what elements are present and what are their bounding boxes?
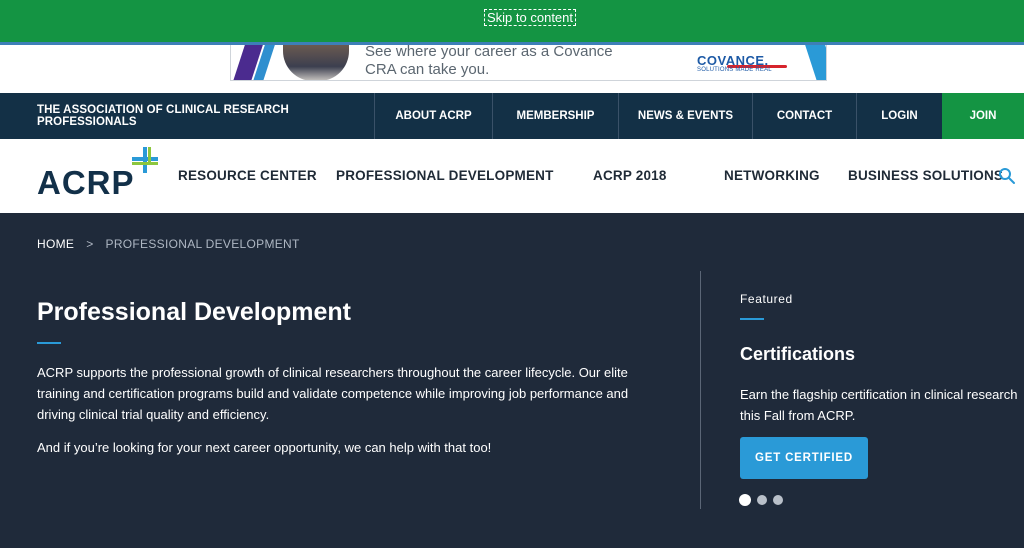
nav-networking[interactable]: NETWORKING	[724, 168, 820, 183]
carousel-dot-2[interactable]	[757, 495, 767, 505]
carousel-dots	[739, 494, 783, 506]
hero-section: HOME > PROFESSIONAL DEVELOPMENT Profession…	[0, 213, 1024, 548]
skip-bar: Skip to content	[0, 0, 1024, 44]
ad-copy: See where your career as a Covance CRA c…	[365, 45, 685, 79]
nav-contact[interactable]: CONTACT	[752, 93, 856, 139]
carousel-dot-1[interactable]	[739, 494, 751, 506]
covance-ad-banner[interactable]: See where your career as a Covance CRA c…	[230, 45, 827, 81]
career-paragraph: And if you’re looking for your next care…	[37, 440, 492, 455]
featured-label: Featured	[740, 292, 793, 306]
nav-login[interactable]: LOGIN	[856, 93, 942, 139]
nav-membership[interactable]: MEMBERSHIP	[492, 93, 618, 139]
main-nav: ACRP RESOURCE CENTER PROFESSIONAL DEVELO…	[0, 139, 1024, 213]
logo-cross	[132, 162, 158, 165]
featured-text: Earn the flagship certification in clini…	[740, 387, 1018, 423]
intro-paragraph: ACRP supports the professional growth of…	[37, 365, 629, 422]
breadcrumb-current: PROFESSIONAL DEVELOPMENT	[105, 237, 300, 251]
logo-cross	[148, 147, 151, 163]
featured-underline	[740, 318, 764, 320]
ad-line-1: See where your career as a Covance	[365, 45, 613, 60]
title-underline	[37, 342, 61, 344]
ad-photo	[283, 45, 349, 80]
column-divider	[700, 271, 701, 509]
top-nav: THE ASSOCIATION OF CLINICAL RESEARCH PRO…	[0, 93, 1024, 139]
logo-text: ACRP	[37, 164, 135, 201]
skip-to-content-link[interactable]: Skip to content	[484, 9, 576, 26]
breadcrumb: HOME > PROFESSIONAL DEVELOPMENT	[37, 237, 300, 251]
nav-business-solutions[interactable]: BUSINESS SOLUTIONS	[848, 168, 1003, 183]
ad-zone: See where your career as a Covance CRA c…	[0, 45, 1024, 93]
breadcrumb-separator: >	[86, 237, 94, 251]
covance-tagline: SOLUTIONS MADE REAL	[697, 67, 772, 73]
nav-resource-center[interactable]: RESOURCE CENTER	[178, 168, 317, 183]
ad-stripe	[803, 45, 826, 80]
breadcrumb-home[interactable]: HOME	[37, 237, 74, 251]
nav-acrp-2018[interactable]: ACRP 2018	[593, 168, 667, 183]
nav-about-acrp[interactable]: ABOUT ACRP	[374, 93, 492, 139]
ad-line-2: CRA can take you.	[365, 61, 490, 78]
nav-news-events[interactable]: NEWS & EVENTS	[618, 93, 752, 139]
page-title: Professional Development	[37, 298, 351, 326]
search-icon[interactable]	[998, 167, 1016, 185]
acrp-logo[interactable]: ACRP	[37, 147, 158, 201]
nav-professional-development[interactable]: PROFESSIONAL DEVELOPMENT	[336, 168, 554, 183]
logo-cross	[132, 157, 158, 161]
get-certified-button[interactable]: GET CERTIFIED	[740, 437, 868, 479]
nav-join-button[interactable]: JOIN	[942, 93, 1024, 139]
featured-title: Certifications	[740, 344, 856, 364]
org-name: THE ASSOCIATION OF CLINICAL RESEARCH PRO…	[37, 104, 289, 128]
carousel-dot-3[interactable]	[773, 495, 783, 505]
